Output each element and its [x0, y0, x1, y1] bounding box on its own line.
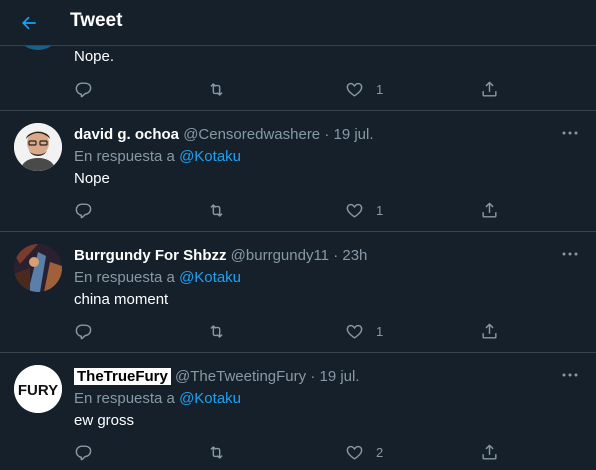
tweet-text: Nope. [74, 48, 115, 65]
like-count: 1 [376, 81, 384, 97]
display-name[interactable]: Burrgundy For Shbzz [74, 247, 227, 264]
tweet-text: Nope [74, 170, 110, 187]
avatar-portrait [14, 123, 62, 171]
reply-button[interactable] [74, 199, 93, 221]
heart-icon [346, 203, 363, 218]
reply-icon [75, 323, 92, 339]
like-count: 1 [376, 323, 384, 339]
user-handle[interactable]: @burrgundy11 [231, 247, 329, 264]
retweet-button[interactable] [207, 320, 226, 342]
share-button[interactable] [480, 199, 499, 221]
share-icon [482, 444, 497, 460]
avatar[interactable]: FURY [14, 365, 62, 413]
tweet[interactable]: david g. ochoa @Censoredwashere · 19 jul… [0, 111, 596, 232]
back-button[interactable] [14, 8, 44, 38]
tweet[interactable]: Burrgundy For Shbzz @burrgundy11 · 23h E… [0, 232, 596, 353]
reply-prefix: En respuesta a [74, 148, 175, 165]
reply-icon [75, 81, 92, 97]
share-button[interactable] [480, 441, 499, 463]
tweet-header: david g. ochoa @Censoredwashere · 19 jul… [74, 126, 374, 143]
arrow-left-icon [22, 16, 36, 30]
reply-prefix: En respuesta a [74, 269, 175, 286]
share-button[interactable] [480, 78, 499, 100]
reply-context: En respuesta a @Kotaku [74, 148, 241, 165]
avatar-artwork [14, 244, 62, 292]
like-button[interactable]: 1 [345, 199, 383, 221]
retweet-button[interactable] [207, 441, 226, 463]
tweet-time[interactable]: 23h [342, 247, 367, 264]
like-count: 2 [376, 444, 384, 460]
retweet-icon [210, 203, 223, 217]
heart-icon [346, 445, 363, 460]
avatar[interactable] [14, 244, 62, 292]
fury-logo: FURY [14, 365, 62, 413]
more-icon [562, 131, 578, 135]
like-button[interactable]: 1 [345, 320, 383, 342]
share-icon [482, 81, 497, 97]
share-icon [482, 323, 497, 339]
more-options-button[interactable] [556, 123, 584, 143]
tweet-actions: 1 [0, 199, 596, 221]
more-icon [562, 252, 578, 256]
reply-prefix: En respuesta a [74, 390, 175, 407]
like-button[interactable]: 2 [345, 441, 383, 463]
separator-dot: · [333, 247, 339, 264]
separator-dot: · [310, 368, 316, 385]
avatar-logo-text: FURY [18, 382, 58, 399]
reply-button[interactable] [74, 78, 93, 100]
mention-link[interactable]: @Kotaku [179, 148, 241, 165]
tweet[interactable]: FURY TheTrueFury @TheTweetingFury · 19 j… [0, 353, 596, 470]
more-options-button[interactable] [556, 365, 584, 385]
tweet-header: TheTrueFury @TheTweetingFury · 19 jul. [74, 368, 360, 385]
display-name[interactable]: david g. ochoa [74, 126, 179, 143]
more-options-button[interactable] [556, 244, 584, 264]
separator-dot: · [324, 126, 330, 143]
tweet-actions: 1 [0, 78, 596, 100]
retweet-button[interactable] [207, 78, 226, 100]
retweet-icon [210, 324, 223, 338]
tweet-time[interactable]: 19 jul. [334, 126, 374, 143]
tweet-text: ew gross [74, 412, 135, 429]
top-bar: Tweet [0, 0, 596, 46]
tweet-actions: 2 [0, 441, 596, 463]
tweet-time[interactable]: 19 jul. [320, 368, 360, 385]
tweet-header: Burrgundy For Shbzz @burrgundy11 · 23h [74, 247, 367, 264]
mention-link[interactable]: @Kotaku [179, 269, 241, 286]
reply-button[interactable] [74, 441, 93, 463]
retweet-button[interactable] [207, 199, 226, 221]
page-title: Tweet [70, 10, 123, 31]
reply-icon [75, 202, 92, 218]
reply-icon [75, 444, 92, 460]
retweet-icon [210, 445, 223, 459]
display-name[interactable]: TheTrueFury [74, 368, 171, 385]
retweet-icon [210, 82, 223, 96]
reply-button[interactable] [74, 320, 93, 342]
mention-link[interactable]: @Kotaku [179, 390, 241, 407]
tweet-text: china moment [74, 291, 169, 308]
heart-icon [346, 82, 363, 97]
user-handle[interactable]: @TheTweetingFury [175, 368, 306, 385]
reply-context: En respuesta a @Kotaku [74, 269, 241, 286]
avatar[interactable] [14, 123, 62, 171]
share-button[interactable] [480, 320, 499, 342]
heart-icon [346, 324, 363, 339]
like-count: 1 [376, 202, 384, 218]
reply-context: En respuesta a @Kotaku [74, 390, 241, 407]
like-button[interactable]: 1 [345, 78, 383, 100]
user-handle[interactable]: @Censoredwashere [183, 126, 320, 143]
more-icon [562, 373, 578, 377]
tweet-actions: 1 [0, 320, 596, 342]
share-icon [482, 202, 497, 218]
